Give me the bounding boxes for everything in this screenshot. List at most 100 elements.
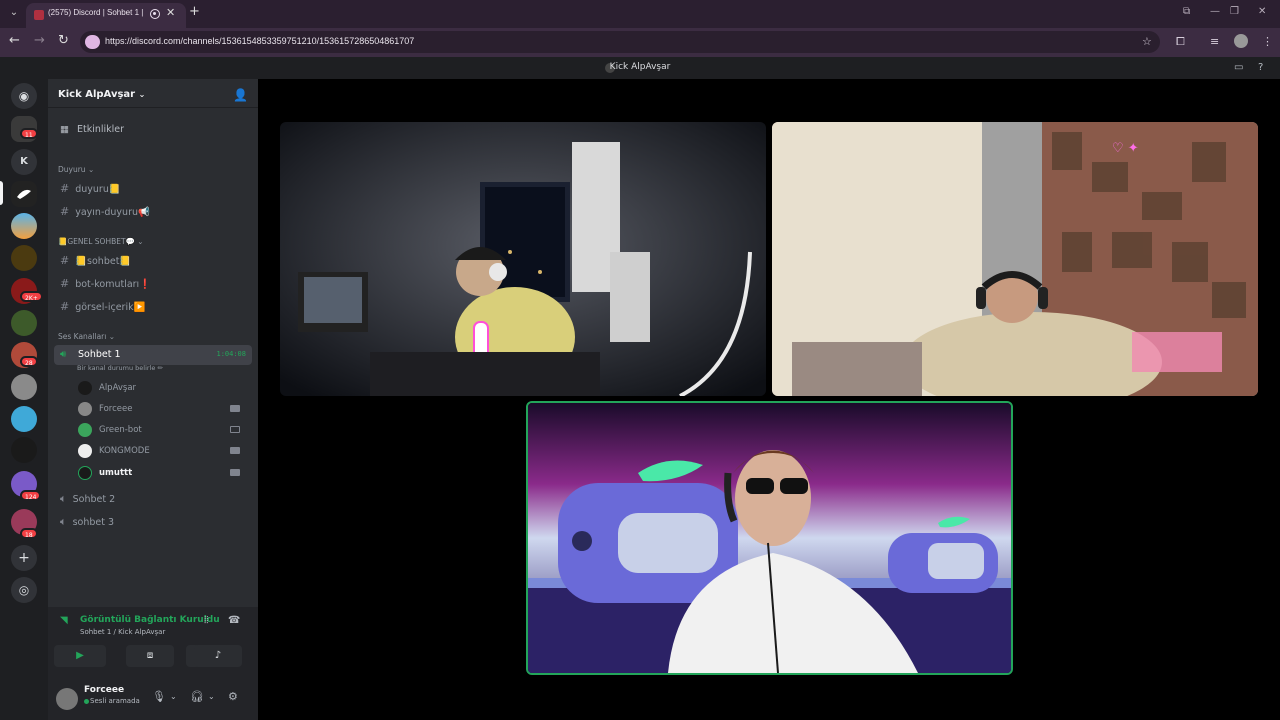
category-duyuru[interactable]: Duyuru ⌄ xyxy=(58,165,94,174)
server-rail: ◉ 11 K 2K+ 28 124 18 + ◎ xyxy=(0,79,48,720)
invite-people-icon[interactable]: 👤 xyxy=(233,88,248,102)
recording-icon xyxy=(150,9,160,19)
connection-subtitle[interactable]: Sohbet 1 / Kick AlpAvşar xyxy=(80,628,165,636)
server-letter-icon[interactable]: K xyxy=(11,149,37,175)
bookmark-star-icon[interactable]: ☆ xyxy=(1142,35,1152,48)
restore-tabs-icon[interactable]: ⧉ xyxy=(1183,6,1190,17)
settings-gear-icon[interactable]: ⚙ xyxy=(228,690,238,703)
site-info-icon[interactable] xyxy=(85,35,100,49)
server-icon[interactable] xyxy=(11,374,37,400)
voice-connection-panel: ◥ Görüntülü Bağlantı Kuruldu Sohbet 1 / … xyxy=(48,607,258,680)
events-label: Etkinlikler xyxy=(76,124,125,135)
speaker-icon: 🔈︎ xyxy=(60,515,67,528)
mention-badge: 124 xyxy=(20,490,42,501)
voice-channel-sohbet-3[interactable]: 🔈︎ sohbet 3 xyxy=(60,515,114,529)
profile-avatar[interactable] xyxy=(1234,34,1248,48)
screen-share-button[interactable]: ⧈ xyxy=(126,645,174,667)
soundboard-button[interactable]: ♪ xyxy=(194,645,242,667)
close-window-icon[interactable]: ✕ xyxy=(1258,6,1266,17)
chevron-down-icon[interactable]: ⌄ xyxy=(208,692,215,701)
add-server-icon[interactable]: + xyxy=(11,545,37,571)
calendar-icon: ▦ xyxy=(60,124,69,135)
avatar xyxy=(78,444,92,458)
guild-name: Kick AlpAvşar xyxy=(58,89,136,100)
discover-icon[interactable]: ◎ xyxy=(11,577,37,603)
voice-channel-sohbet-2[interactable]: 🔈︎ Sohbet 2 xyxy=(60,492,115,506)
voice-user-green-bot[interactable]: Green-bot xyxy=(78,423,248,437)
address-bar[interactable]: https://discord.com/channels/15361548533… xyxy=(80,31,1160,53)
channel-gorsel-icerik[interactable]: # görsel-içerik▶️ xyxy=(60,300,145,313)
voice-channel-sohbet-1[interactable]: 🔊︎ Sohbet 1 1:04:08 xyxy=(54,345,252,365)
camera-button[interactable]: ▶ xyxy=(54,645,106,667)
server-icon[interactable] xyxy=(11,213,37,239)
media-control-icon[interactable]: ≡ xyxy=(1210,35,1219,48)
channel-label: 📒sohbet📒 xyxy=(75,256,132,267)
mention-badge: 11 xyxy=(20,128,38,139)
my-username: Forceee xyxy=(84,685,125,695)
connection-title: Görüntülü Bağlantı Kuruldu xyxy=(80,615,220,625)
microphone-icon[interactable]: 🎙︎ xyxy=(152,690,166,703)
browser-tab[interactable]: (2575) Discord | Sohbet 1 | ✕ xyxy=(26,3,186,28)
headphones-icon[interactable]: 🎧︎ xyxy=(190,690,204,703)
camera-icon xyxy=(230,469,240,476)
voice-channel-name: Sohbet 1 xyxy=(78,349,121,360)
help-icon[interactable]: ? xyxy=(1258,62,1263,73)
avatar xyxy=(78,402,92,416)
extensions-icon[interactable]: ⧠ xyxy=(1176,35,1185,49)
channel-bot-komutlari[interactable]: # bot-komutları❗ xyxy=(60,277,151,290)
video-tile-umuttt[interactable] xyxy=(526,401,1013,675)
server-icon[interactable] xyxy=(11,437,37,463)
my-status: Sesli aramada xyxy=(90,697,140,705)
signal-icon[interactable]: ◥ xyxy=(60,615,68,626)
maximize-icon[interactable]: ❐ xyxy=(1230,6,1239,17)
voice-user-forceee[interactable]: Forceee xyxy=(78,402,248,416)
category-label: 📒GENEL SOHBET💬 xyxy=(58,237,135,246)
user-name: umuttt xyxy=(99,468,133,478)
minimize-icon[interactable]: — xyxy=(1210,6,1220,17)
server-icon[interactable] xyxy=(11,310,37,336)
inbox-icon[interactable]: ▭ xyxy=(1234,62,1243,73)
avatar xyxy=(78,466,92,480)
server-icon[interactable] xyxy=(11,406,37,432)
category-genel-sohbet[interactable]: 📒GENEL SOHBET💬 ⌄ xyxy=(58,237,144,246)
channel-label: duyuru📒 xyxy=(75,184,121,195)
voice-user-umuttt[interactable]: umuttt xyxy=(78,466,248,480)
new-tab-icon[interactable]: + xyxy=(189,4,200,19)
close-tab-icon[interactable]: ✕ xyxy=(166,6,175,19)
back-icon[interactable]: ← xyxy=(9,33,20,48)
tab-list-icon[interactable]: ⌄ xyxy=(6,4,22,22)
discord-home-icon[interactable]: ◉ xyxy=(11,83,37,109)
chevron-down-icon[interactable]: ⌄ xyxy=(170,692,177,701)
user-name: KONGMODE xyxy=(99,446,150,456)
voice-user-alpavsar[interactable]: AlpAvşar xyxy=(78,381,248,395)
voice-user-kongmode[interactable]: KONGMODE xyxy=(78,444,248,458)
server-icon-selected[interactable] xyxy=(11,181,37,207)
guild-header[interactable]: Kick AlpAvşar ⌄ xyxy=(58,89,145,100)
channel-label: sohbet 3 xyxy=(72,517,115,528)
user-name: AlpAvşar xyxy=(99,383,137,393)
divider xyxy=(48,107,258,108)
channel-label: Sohbet 2 xyxy=(72,494,116,505)
channel-sohbet[interactable]: # 📒sohbet📒 xyxy=(60,254,131,267)
disconnect-icon[interactable]: ☎ xyxy=(228,615,240,626)
hash-icon: # xyxy=(60,277,70,290)
channel-label: görsel-içerik▶️ xyxy=(75,302,146,313)
channel-status-hint[interactable]: Bir kanal durumu belirle ✏ xyxy=(77,364,163,372)
server-icon[interactable] xyxy=(11,245,37,271)
category-voice[interactable]: Ses Kanalları ⌄ xyxy=(58,332,115,341)
mention-badge: 18 xyxy=(20,528,38,539)
channel-duyuru[interactable]: # duyuru📒 xyxy=(60,182,121,195)
events-item[interactable]: ▦ Etkinlikler xyxy=(60,124,124,135)
reload-icon[interactable]: ↻ xyxy=(58,33,69,48)
window-title: Kick AlpAvşar xyxy=(609,62,671,72)
video-tile-alpavsar[interactable] xyxy=(280,122,766,396)
noise-suppression-icon[interactable]: ⦙⦙ xyxy=(204,615,208,626)
discord-favicon-icon xyxy=(34,10,44,20)
video-tile-forceee[interactable]: ♡ ✦ xyxy=(772,122,1258,396)
user-name: Forceee xyxy=(99,404,133,414)
avatar[interactable] xyxy=(56,688,78,710)
channel-yayin-duyuru[interactable]: # yayın-duyuru📢 xyxy=(60,205,150,218)
more-menu-icon[interactable]: ⋮ xyxy=(1262,35,1273,48)
channel-label: bot-komutları❗ xyxy=(75,279,152,290)
forward-icon[interactable]: → xyxy=(34,33,45,48)
